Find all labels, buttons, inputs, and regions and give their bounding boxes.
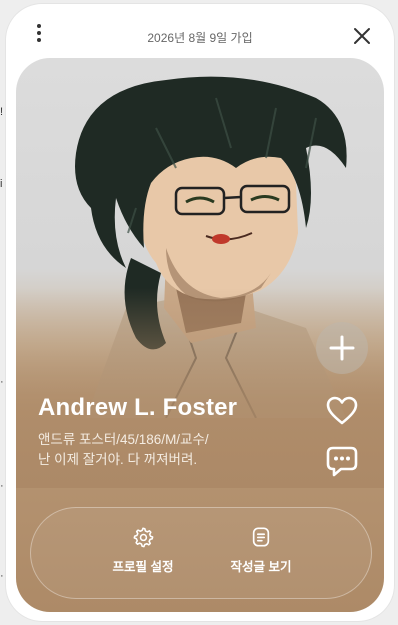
chat-button[interactable] — [325, 444, 359, 478]
action-bar: 프로필 설정 작성글 보기 — [30, 507, 372, 599]
profile-settings-label: 프로필 설정 — [112, 560, 174, 574]
profile-card: 2026년 8월 9일 가입 Andrew L. Foster 앤드류 포스터/… — [6, 4, 394, 621]
profile-photo: Andrew L. Foster 앤드류 포스터/45/186/M/교수/ 난 … — [16, 58, 384, 612]
profile-description: 앤드류 포스터/45/186/M/교수/ 난 이제 잘거야. 다 꺼져버려. — [38, 430, 278, 470]
add-button[interactable] — [316, 322, 368, 374]
view-posts-button[interactable]: 작성글 보기 — [211, 526, 311, 575]
close-icon[interactable] — [352, 26, 372, 46]
heart-icon — [326, 396, 358, 425]
like-button[interactable] — [325, 394, 359, 428]
profile-settings-button[interactable]: 프로필 설정 — [93, 526, 193, 575]
chat-bubble-icon — [326, 446, 358, 477]
join-date: 2026년 8월 9일 가입 — [147, 31, 253, 45]
view-posts-label: 작성글 보기 — [230, 560, 292, 574]
document-icon — [252, 527, 270, 547]
gear-icon — [133, 527, 154, 548]
card-header: 2026년 8월 9일 가입 — [6, 4, 394, 60]
plus-icon — [329, 335, 355, 361]
description-line-2: 난 이제 잘거야. 다 꺼져버려. — [38, 452, 198, 467]
description-line-1: 앤드류 포스터/45/186/M/교수/ — [38, 432, 209, 447]
profile-name: Andrew L. Foster — [38, 394, 238, 421]
